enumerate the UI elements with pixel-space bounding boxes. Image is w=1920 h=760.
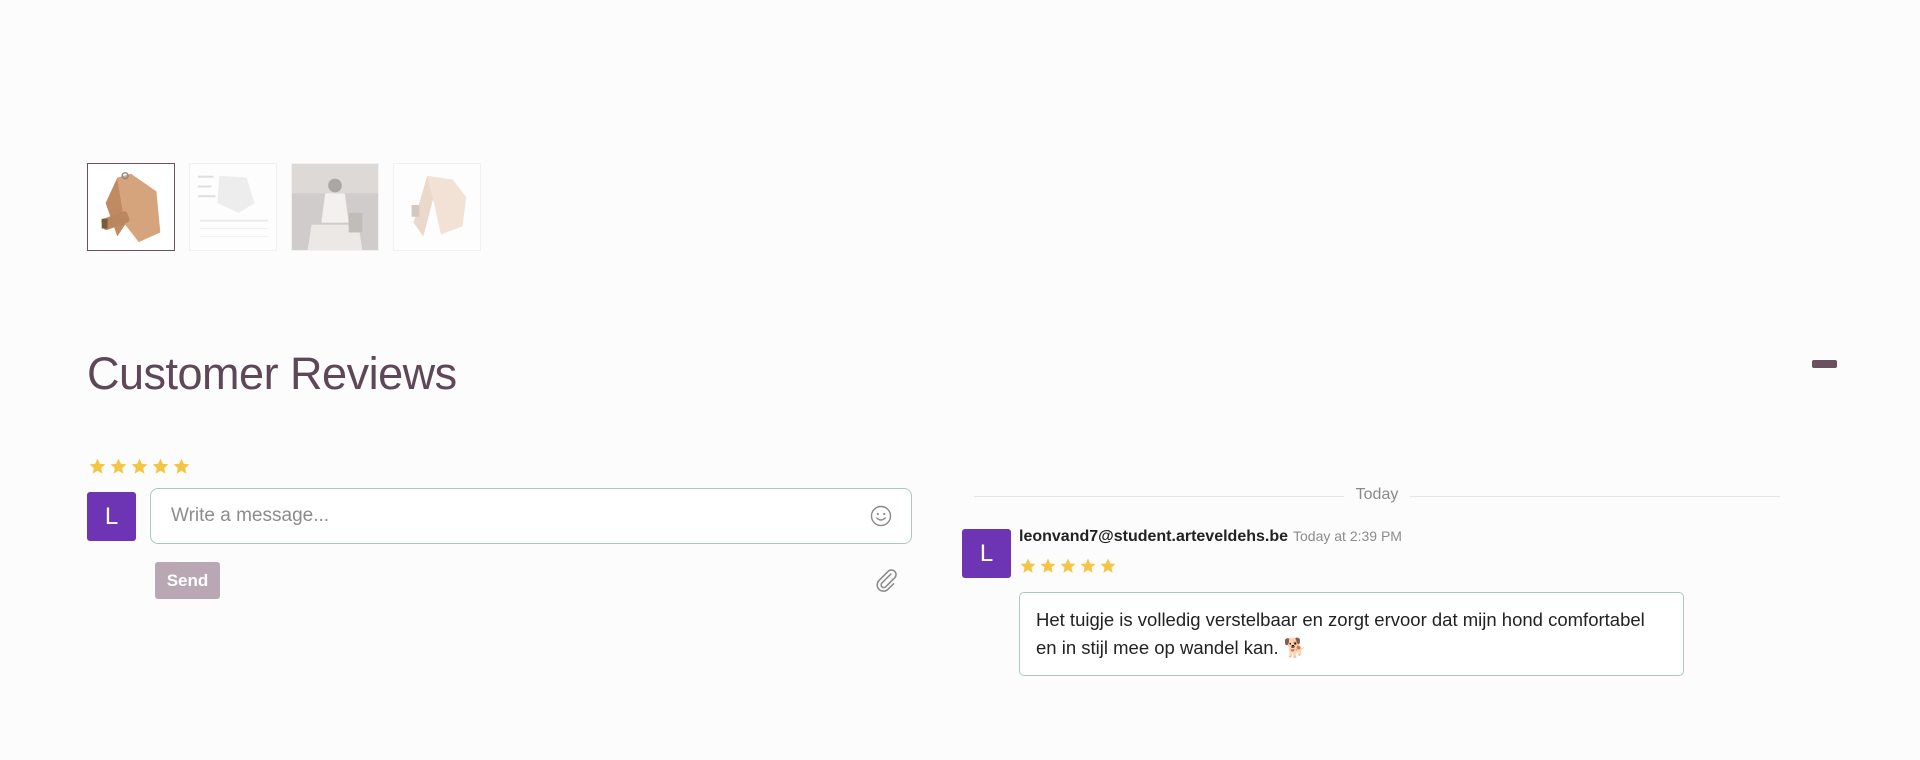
message-timestamp: Today at 2:39 PM (1293, 528, 1402, 544)
rating-stars-input[interactable] (88, 457, 191, 476)
collapse-reviews-button[interactable] (1812, 360, 1837, 368)
harness-image (88, 164, 174, 250)
harness-side-image (394, 164, 480, 250)
star-icon[interactable] (109, 457, 128, 476)
star-icon (1020, 558, 1036, 573)
star-icon[interactable] (88, 457, 107, 476)
message-header: leonvand7@student.arteveldehs.be Today at… (1019, 528, 1402, 546)
message-rating-stars (1019, 557, 1117, 575)
message-body: Het tuigje is volledig verstelbaar en zo… (1019, 592, 1684, 676)
star-icon[interactable] (130, 457, 149, 476)
star-icon[interactable] (151, 457, 170, 476)
star-icon[interactable] (172, 457, 191, 476)
thumbnail-size-chart[interactable] (189, 163, 277, 251)
thumbnail-harness-side[interactable] (393, 163, 481, 251)
user-avatar: L (87, 492, 136, 541)
send-button[interactable]: Send (155, 562, 220, 599)
emoji-icon[interactable] (869, 504, 893, 528)
paperclip-icon[interactable] (873, 567, 899, 593)
star-icon (1100, 558, 1116, 573)
star-icon (1060, 558, 1076, 573)
product-thumbnail-gallery (87, 163, 481, 251)
message-author[interactable]: leonvand7@student.arteveldehs.be (1019, 528, 1288, 545)
date-divider-line-right (1410, 496, 1780, 497)
reviews-title: Customer Reviews (87, 348, 457, 399)
thumbnail-model-photo[interactable] (291, 163, 379, 251)
star-icon (1040, 558, 1056, 573)
star-icon (1080, 558, 1096, 573)
thumbnail-harness-front[interactable] (87, 163, 175, 251)
message-input-box[interactable] (150, 488, 912, 544)
size-chart-image (190, 164, 276, 250)
date-divider-label: Today (1355, 486, 1399, 503)
message-input[interactable] (169, 504, 869, 528)
date-divider-line-left (974, 496, 1344, 497)
model-photo-image (292, 164, 378, 250)
message-author-avatar: L (962, 529, 1011, 578)
